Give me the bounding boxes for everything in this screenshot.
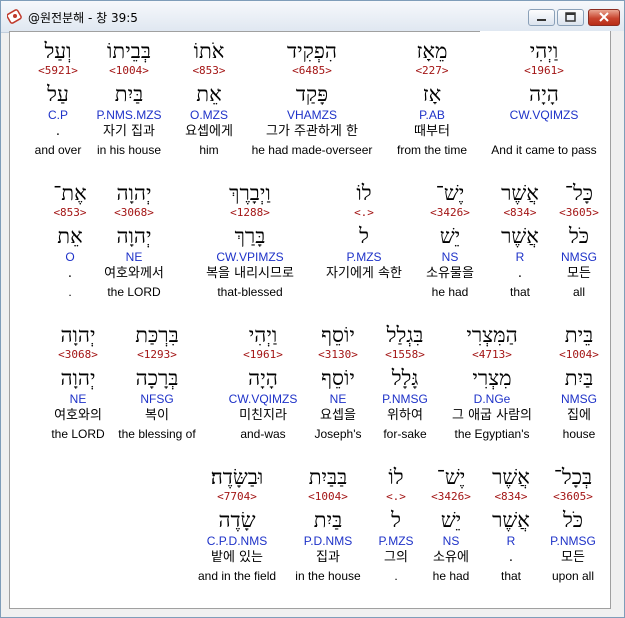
strong-number: <227> [415, 64, 449, 77]
word-cell[interactable]: מֵאָז <227> אָז P.AB 때부터 from the time [362, 39, 502, 161]
korean-gloss: . [67, 266, 73, 281]
english-gloss: and in the field [197, 569, 277, 583]
hebrew-word: וּבַשָּׂדֶה׃ [210, 465, 264, 489]
maximize-icon [565, 12, 576, 22]
hebrew-word: יְהוָה [60, 323, 96, 347]
morphology-code: C.P [47, 108, 68, 122]
korean-gloss: 밭에 있는 [211, 550, 263, 565]
hebrew-word: וְעַל [44, 39, 72, 63]
morphology-code: O [65, 250, 75, 264]
english-gloss: the LORD [51, 427, 105, 441]
title-bar[interactable]: @원전분해 - 창 39:5 [1, 1, 624, 33]
strong-number: <7704> [217, 490, 257, 503]
root-word: אָז [422, 82, 442, 106]
close-button[interactable] [588, 9, 620, 26]
root-word: אֵת [57, 224, 83, 248]
english-gloss: . [68, 285, 72, 299]
close-icon [599, 12, 609, 22]
morphology-code: P.AB [419, 108, 445, 122]
main-window: @원전분해 - 창 39:5 וַיְהִי <1961> הָיָה CW.VQIM… [0, 0, 625, 618]
hebrew-word: מֵאָז [416, 39, 448, 63]
strong-number: <853> [53, 206, 87, 219]
root-word: יְהוָה [60, 366, 96, 390]
word-cell[interactable]: יְהוָה <3068> יְהוָה NE 여호와의 the LORD [8, 323, 148, 445]
strong-number: <3068> [58, 348, 98, 361]
strong-number: <5921> [38, 64, 78, 77]
root-word: שָׂדֶה [218, 508, 256, 532]
maximize-button[interactable] [557, 9, 584, 26]
korean-gloss: 여호와의 [54, 408, 102, 423]
minimize-button[interactable] [528, 9, 555, 26]
window-title: @원전분해 - 창 39:5 [28, 11, 138, 25]
word-cell[interactable]: וּבַשָּׂדֶה׃ <7704> שָׂדֶה C.P.D.NMS 밭에 있는 an… [167, 465, 307, 587]
hebrew-word: אֶת־ [53, 181, 87, 205]
english-gloss: from the time [396, 143, 468, 157]
word-cell[interactable]: אֶת־ <853> אֵת O.. [0, 181, 140, 303]
app-icon [7, 9, 22, 24]
morphology-code: C.P.D.NMS [206, 534, 268, 548]
minimize-icon [537, 19, 546, 21]
morphology-code: NE [69, 392, 87, 406]
korean-gloss: . [55, 124, 61, 139]
english-gloss: and over [34, 143, 82, 157]
word-cell[interactable]: וְעַל <5921> עַל C.P. and over [0, 39, 128, 161]
root-word: עַל [47, 82, 69, 106]
korean-gloss: 때부터 [414, 124, 450, 139]
